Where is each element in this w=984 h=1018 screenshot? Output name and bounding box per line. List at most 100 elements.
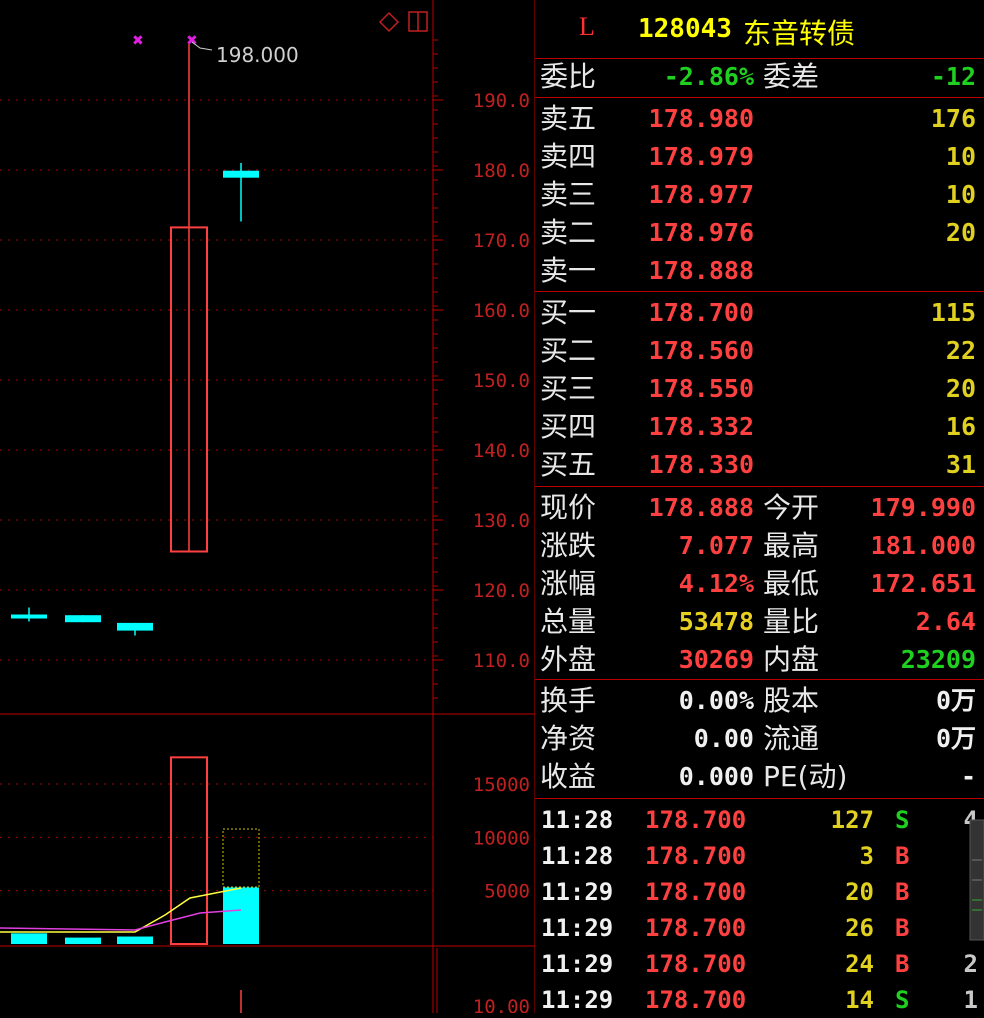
quote-panel: L 128043 东音转债 委比 -2.86% 委差 -12 卖五 178.980… [535, 0, 984, 1014]
bid-row[interactable]: 买四 178.332 16 [535, 408, 984, 446]
volume-bar [223, 887, 259, 944]
tick-time: 11:29 [541, 950, 614, 978]
quote-value: 53478 [678, 607, 754, 636]
fundamental-label: 换手 [540, 684, 597, 717]
price-tick-label: 150.0 [473, 370, 530, 392]
quote-value: 23209 [900, 645, 976, 674]
tick-volume: 3 [859, 842, 874, 870]
level-price: 178.976 [648, 218, 754, 247]
quote-value: 2.64 [915, 607, 976, 636]
tick-volume: 127 [830, 806, 874, 834]
tick-scrollbar[interactable] [968, 800, 984, 1013]
tick-price: 178.700 [645, 950, 747, 978]
level-price: 178.560 [648, 336, 754, 365]
quote-label: 现价 [540, 491, 597, 524]
tick-row[interactable]: 11:28178.700127S4 [535, 802, 984, 838]
quote-label: 今开 [763, 491, 820, 524]
volume-ma-line [0, 887, 242, 933]
tick-time: 11:29 [541, 878, 614, 906]
price-tick-label: 190.0 [473, 90, 530, 112]
high-marker-star: ✖ [132, 33, 144, 49]
quote-row: 现价 178.888 今开 179.990 [535, 489, 984, 527]
quote-row: 涨跌 7.077 最高 181.000 [535, 527, 984, 565]
quote-label: 最低 [763, 567, 820, 600]
tick-volume: 20 [845, 878, 874, 906]
tick-row[interactable]: 11:29 178.700 24 B 2 [535, 946, 984, 982]
diff-value: -12 [930, 62, 976, 91]
tick-row[interactable]: 11:29 178.700 26 B [535, 910, 984, 946]
price-tick-label: 130.0 [473, 510, 530, 532]
quote-label: 最高 [763, 529, 820, 562]
quote-row: 涨幅 4.12% 最低 172.651 [535, 565, 984, 603]
tick-side: B [895, 950, 910, 978]
level-price: 178.332 [648, 412, 754, 441]
level-label: 买一 [540, 296, 597, 329]
tick-price: 178.700 [645, 878, 747, 906]
ask-row[interactable]: 卖二 178.976 20 [535, 214, 984, 252]
tick-row[interactable]: 11:29 178.700 20 B [535, 874, 984, 910]
fundamental-value: 0万 [935, 686, 976, 715]
quote-label: 量比 [763, 605, 820, 638]
level-label: 卖五 [540, 102, 597, 135]
divider [535, 486, 984, 487]
bid-row[interactable]: 买一 178.700 115 [535, 294, 984, 332]
ask-row[interactable]: 卖五 178.980 176 [535, 100, 984, 138]
level-label: 买二 [540, 334, 597, 367]
commission-row: 委比 -2.86% 委差 -12 [535, 58, 984, 96]
ask-row[interactable]: 卖一 178.888 [535, 252, 984, 290]
volume-bar [65, 937, 101, 944]
quote-value: 7.077 [678, 531, 754, 560]
price-tick-label: 110.0 [473, 650, 530, 672]
price-tick-label: 180.0 [473, 160, 530, 182]
bid-row[interactable]: 买三 178.550 20 [535, 370, 984, 408]
quote-label: 涨幅 [540, 567, 597, 600]
ratio-value: -2.86% [663, 62, 754, 91]
fundamental-row: 收益 0.000 PE(动) - [535, 758, 984, 796]
fundamental-value: 0.00 [693, 724, 754, 753]
fundamental-label: 股本 [763, 684, 820, 717]
tick-time: 11:28 [541, 842, 614, 870]
level-price: 178.888 [648, 256, 754, 285]
quote-value: 30269 [678, 645, 754, 674]
level-price: 178.980 [648, 104, 754, 133]
price-tick-label: 140.0 [473, 440, 530, 462]
lower-tick-label: 10.00 [473, 996, 530, 1013]
divider [535, 679, 984, 680]
fundamental-label: 流通 [763, 722, 820, 755]
candle-body [223, 170, 259, 178]
security-name[interactable]: 东音转债 [743, 12, 855, 52]
bid-row[interactable]: 买五 178.330 31 [535, 446, 984, 484]
tick-row[interactable]: 11:28 178.700 3 B [535, 838, 984, 874]
price-tick-label: 160.0 [473, 300, 530, 322]
ratio-label: 委比 [540, 60, 597, 93]
bid-row[interactable]: 买二 178.560 22 [535, 332, 984, 370]
fundamental-row: 换手 0.00% 股本 0万 [535, 682, 984, 720]
volume-tick-label: 5000 [484, 881, 530, 903]
candle-body [11, 614, 47, 619]
high-marker-star: ✖ [186, 33, 198, 49]
price-tick-label: 120.0 [473, 580, 530, 602]
divider [535, 97, 984, 98]
quote-label: 总量 [540, 605, 597, 638]
security-code[interactable]: 128043 [638, 14, 732, 44]
level-volume: 31 [945, 450, 976, 479]
volume-bar [117, 936, 153, 944]
volume-tick-label: 15000 [473, 774, 530, 796]
quote-row: 外盘 30269 内盘 23209 [535, 641, 984, 679]
level-volume: 22 [945, 336, 976, 365]
fundamental-value: 0万 [935, 724, 976, 753]
fundamental-value: 0.000 [678, 762, 754, 791]
level-price: 178.330 [648, 450, 754, 479]
ask-row[interactable]: 卖三 178.977 10 [535, 176, 984, 214]
quote-value: 179.990 [870, 493, 976, 522]
tick-time: 11:29 [541, 914, 614, 942]
level-volume: 10 [945, 180, 976, 209]
level-price: 178.550 [648, 374, 754, 403]
quote-row: 总量 53478 量比 2.64 [535, 603, 984, 641]
ask-row[interactable]: 卖四 178.979 10 [535, 138, 984, 176]
quote-label: 内盘 [763, 643, 820, 676]
level-volume: 115 [930, 298, 976, 327]
level-label: 买四 [540, 410, 597, 443]
fundamental-label: 净资 [540, 722, 597, 755]
kline-chart[interactable]: 190.0 180.0 170.0 160.0 150.0 140.0 130.0 120.0… [0, 0, 535, 1013]
